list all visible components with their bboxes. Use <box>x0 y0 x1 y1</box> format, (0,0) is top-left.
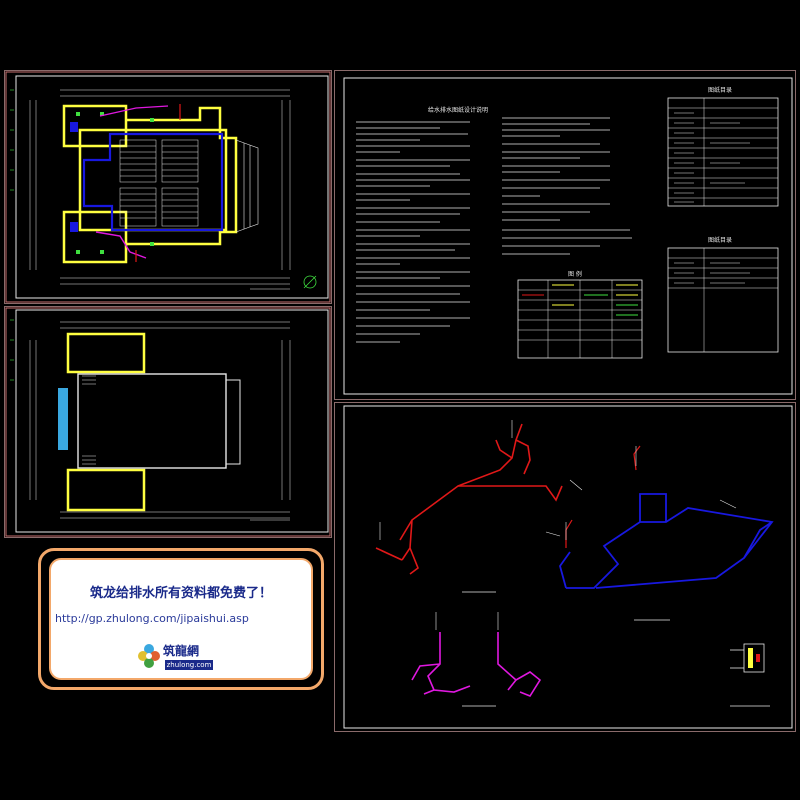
drawing-list-title: 图纸目录 <box>708 86 732 94</box>
index-title: 图纸目录 <box>708 236 732 244</box>
logo-domain: zhulong.com <box>165 660 213 670</box>
notes-title: 给水排水图纸设计说明 <box>428 106 488 114</box>
promo-banner: 筑龙给排水所有资料都免费了！ http://gp.zhulong.com/jip… <box>38 548 324 690</box>
promo-url-link[interactable]: http://gp.zhulong.com/jipaishui.asp <box>55 612 249 625</box>
zhulong-logo: 筑龍網 zhulong.com <box>137 640 217 678</box>
legend-title: 图 例 <box>568 270 582 278</box>
flower-logo-icon <box>138 644 160 668</box>
promo-banner-panel: 筑龙给排水所有资料都免费了！ http://gp.zhulong.com/jip… <box>49 558 313 680</box>
logo-text: 筑龍網 <box>163 644 200 658</box>
promo-title: 筑龙给排水所有资料都免费了！ <box>89 586 272 601</box>
